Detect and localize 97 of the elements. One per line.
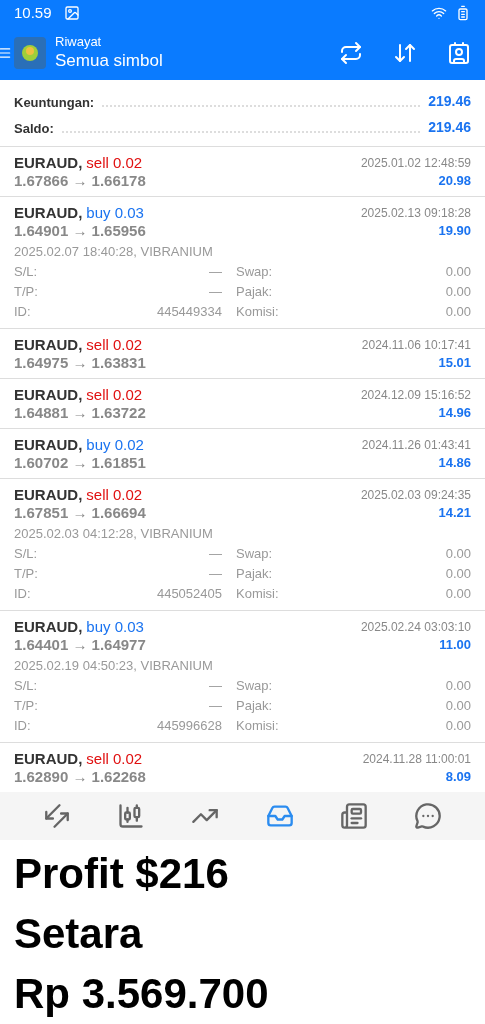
open-info: 2025.02.03 04:12:28, VIBRANIUM bbox=[14, 525, 214, 543]
detail-value: — bbox=[209, 283, 222, 301]
detail-label: Komisi: bbox=[236, 303, 279, 321]
close-time: 2025.02.13 09:18:28 bbox=[360, 205, 471, 222]
detail-value: — bbox=[209, 677, 222, 695]
detail-label: S/L: bbox=[14, 263, 38, 281]
profit-value: 14.96 bbox=[438, 404, 471, 422]
symbol-text: EURAUD, bbox=[14, 486, 83, 504]
detail-value: 0.00 bbox=[445, 717, 471, 735]
profit-value: 14.21 bbox=[438, 504, 471, 522]
close-time: 2024.11.28 11:00:01 bbox=[362, 751, 471, 768]
detail-label: T/P: bbox=[14, 283, 38, 301]
symbol-text: EURAUD, bbox=[14, 750, 83, 768]
price-range: 1.64881 → 1.63722 bbox=[14, 404, 146, 422]
wifi-icon bbox=[431, 5, 447, 21]
profit-value: 14.86 bbox=[438, 454, 471, 472]
picture-icon bbox=[63, 5, 80, 21]
price-range: 1.64401 → 1.64977 bbox=[14, 636, 146, 654]
detail-value: — bbox=[209, 545, 222, 563]
caption-line: Setara bbox=[14, 909, 144, 959]
close-time: 2024.11.06 10:17:41 bbox=[361, 337, 471, 354]
battery-icon bbox=[455, 5, 471, 21]
sort-icon[interactable] bbox=[393, 41, 417, 65]
detail-label: Swap: bbox=[236, 263, 273, 281]
summary-label: Saldo: bbox=[14, 119, 54, 138]
price-range: 1.67866 → 1.66178 bbox=[14, 172, 146, 190]
caption-line: Rp 3.569.700 bbox=[14, 969, 270, 1019]
detail-value: 0.00 bbox=[445, 565, 471, 583]
profit-value: 20.98 bbox=[438, 172, 471, 190]
open-info: 2025.02.07 18:40:28, VIBRANIUM bbox=[14, 243, 214, 261]
close-time: 2025.02.03 09:24:35 bbox=[360, 487, 471, 504]
trade-volume: buy 0.03 bbox=[86, 618, 144, 636]
profit-value: 8.09 bbox=[445, 768, 471, 786]
detail-value: 0.00 bbox=[445, 585, 471, 603]
newspaper-icon[interactable] bbox=[339, 802, 368, 830]
clock-time: 10.59 bbox=[14, 2, 52, 23]
detail-label: Swap: bbox=[236, 677, 273, 695]
profit-value: 19.90 bbox=[438, 222, 471, 240]
profit-value: 11.00 bbox=[439, 636, 471, 654]
detail-value: 0.00 bbox=[445, 303, 471, 321]
close-time: 2025.02.24 03:03:10 bbox=[360, 619, 471, 636]
price-range: 1.62890 → 1.62268 bbox=[14, 768, 146, 786]
price-range: 1.64901 → 1.65956 bbox=[14, 222, 146, 240]
detail-value: 445449334 bbox=[156, 303, 222, 321]
trade-volume: sell 0.02 bbox=[86, 750, 143, 768]
header-title: Semua simbol bbox=[55, 50, 164, 72]
calendar-person-icon[interactable] bbox=[447, 41, 471, 65]
trade-volume: sell 0.02 bbox=[86, 386, 143, 404]
detail-value: 0.00 bbox=[445, 677, 471, 695]
detail-label: Komisi: bbox=[236, 717, 279, 735]
detail-label: Komisi: bbox=[236, 585, 279, 603]
trade-volume: buy 0.02 bbox=[86, 436, 144, 454]
detail-value: 0.00 bbox=[445, 697, 471, 715]
detail-value: 0.00 bbox=[445, 263, 471, 281]
detail-label: Pajak: bbox=[236, 697, 273, 715]
detail-label: T/P: bbox=[14, 565, 38, 583]
candlestick-icon[interactable] bbox=[117, 802, 146, 830]
detail-label: ID: bbox=[14, 303, 31, 321]
symbol-text: EURAUD, bbox=[14, 386, 83, 404]
price-range: 1.64975 → 1.63831 bbox=[14, 354, 146, 372]
trade-volume: sell 0.02 bbox=[86, 336, 143, 354]
symbol-text: EURAUD, bbox=[14, 154, 83, 172]
profit-value: 15.01 bbox=[438, 354, 471, 372]
trade-volume: buy 0.03 bbox=[86, 204, 144, 222]
detail-label: S/L: bbox=[14, 677, 38, 695]
detail-label: Pajak: bbox=[236, 283, 273, 301]
summary-value: 219.46 bbox=[428, 118, 471, 137]
detail-value: — bbox=[209, 565, 222, 583]
symbol-text: EURAUD, bbox=[14, 436, 83, 454]
detail-label: S/L: bbox=[14, 545, 38, 563]
open-info: 2025.02.19 04:50:23, VIBRANIUM bbox=[14, 657, 214, 675]
close-time: 2024.12.09 15:16:52 bbox=[360, 387, 471, 404]
trade-volume: sell 0.02 bbox=[86, 154, 143, 172]
detail-value: — bbox=[209, 263, 222, 281]
header-subtitle: Riwayat bbox=[55, 34, 103, 50]
detail-label: ID: bbox=[14, 717, 31, 735]
detail-value: 0.00 bbox=[445, 545, 471, 563]
close-time: 2025.01.02 12:48:59 bbox=[360, 155, 471, 172]
summary-label: Keuntungan: bbox=[14, 93, 95, 112]
price-range: 1.60702 → 1.61851 bbox=[14, 454, 146, 472]
symbol-text: EURAUD, bbox=[14, 618, 83, 636]
price-range: 1.67851 → 1.66694 bbox=[14, 504, 146, 522]
detail-value: 445996628 bbox=[156, 717, 222, 735]
chat-bubble-icon[interactable] bbox=[413, 802, 442, 830]
trade-volume: sell 0.02 bbox=[86, 486, 143, 504]
caption-line: Profit $216 bbox=[14, 849, 230, 899]
symbol-text: EURAUD, bbox=[14, 204, 83, 222]
detail-value: 445052405 bbox=[156, 585, 222, 603]
close-time: 2024.11.26 01:43:41 bbox=[361, 437, 471, 454]
detail-label: T/P: bbox=[14, 697, 38, 715]
detail-value: 0.00 bbox=[445, 283, 471, 301]
symbol-text: EURAUD, bbox=[14, 336, 83, 354]
detail-label: Swap: bbox=[236, 545, 273, 563]
detail-label: Pajak: bbox=[236, 565, 273, 583]
summary-value: 219.46 bbox=[428, 92, 471, 111]
detail-value: — bbox=[209, 697, 222, 715]
detail-label: ID: bbox=[14, 585, 31, 603]
